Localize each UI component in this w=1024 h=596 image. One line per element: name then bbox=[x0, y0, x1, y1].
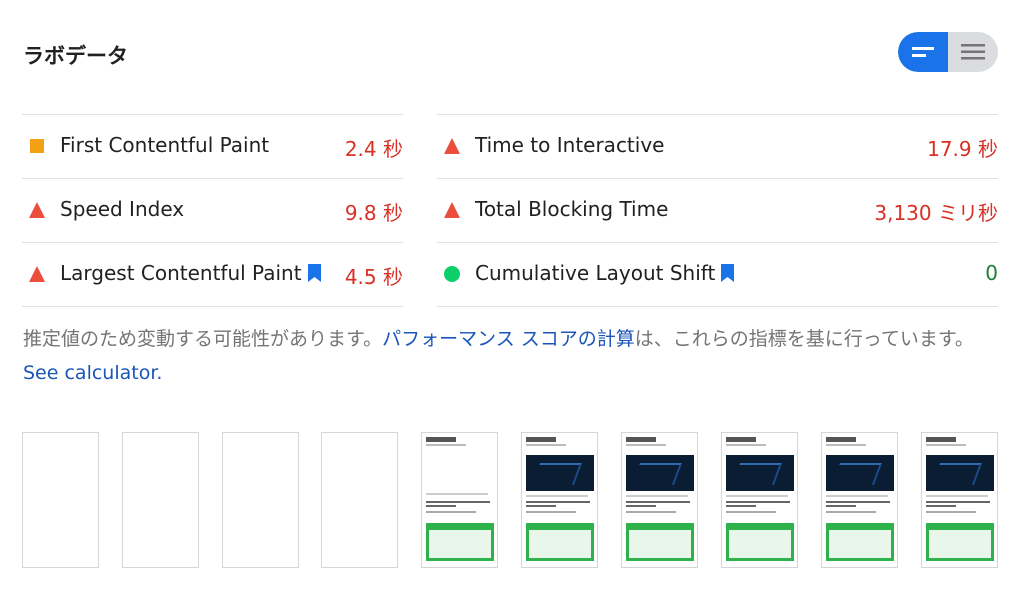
green-circle-icon bbox=[444, 266, 460, 282]
metric-value: 17.9 秒 bbox=[927, 137, 998, 161]
lab-data-title: ラボデータ bbox=[23, 44, 128, 68]
metric-label: Cumulative Layout Shift bbox=[475, 261, 735, 285]
list-lines-icon bbox=[961, 44, 985, 60]
filmstrip-frame bbox=[421, 432, 498, 568]
toggle-summary-view-button[interactable] bbox=[898, 32, 948, 72]
metric-label: Largest Contentful Paint bbox=[60, 261, 321, 285]
metric-largest-contentful-paint: Largest Contentful Paint 4.5 秒 bbox=[22, 242, 403, 307]
red-triangle-icon bbox=[29, 202, 45, 218]
red-triangle-icon bbox=[444, 202, 460, 218]
bookmark-icon[interactable] bbox=[307, 264, 321, 282]
orange-square-icon bbox=[30, 139, 44, 153]
filmstrip-frame bbox=[122, 432, 199, 568]
toggle-detail-view-button[interactable] bbox=[948, 32, 998, 72]
filmstrip-frame bbox=[821, 432, 898, 568]
note-text-continued: は、これらの指標を基に行っています。 bbox=[634, 328, 974, 350]
metrics-column-right: Time to Interactive 17.9 秒 Total Blockin… bbox=[437, 114, 998, 307]
filmstrip-frame bbox=[721, 432, 798, 568]
metric-value: 3,130 ミリ秒 bbox=[874, 201, 998, 225]
view-toggle[interactable] bbox=[898, 32, 998, 72]
bookmark-icon[interactable] bbox=[721, 264, 735, 282]
metric-value: 4.5 秒 bbox=[344, 265, 403, 289]
filmstrip bbox=[22, 432, 1000, 570]
filmstrip-frame bbox=[22, 432, 99, 568]
short-lines-icon bbox=[912, 47, 934, 57]
score-calculation-link[interactable]: パフォーマンス スコアの計算 bbox=[382, 328, 635, 350]
filmstrip-frame bbox=[521, 432, 598, 568]
filmstrip-frame bbox=[222, 432, 299, 568]
see-calculator-link[interactable]: See calculator. bbox=[23, 362, 162, 384]
metric-label: First Contentful Paint bbox=[60, 133, 270, 157]
metric-speed-index: Speed Index 9.8 秒 bbox=[22, 178, 403, 242]
metric-first-contentful-paint: First Contentful Paint 2.4 秒 bbox=[22, 114, 403, 178]
metric-total-blocking-time: Total Blocking Time 3,130 ミリ秒 bbox=[437, 178, 998, 242]
metric-label: Total Blocking Time bbox=[475, 197, 669, 221]
metrics-column-left: First Contentful Paint 2.4 秒 Speed Index… bbox=[22, 114, 403, 307]
estimate-note: 推定値のため変動する可能性があります。パフォーマンス スコアの計算は、これらの指… bbox=[23, 322, 998, 390]
filmstrip-frame bbox=[321, 432, 398, 568]
metric-value: 2.4 秒 bbox=[344, 137, 403, 161]
metric-time-to-interactive: Time to Interactive 17.9 秒 bbox=[437, 114, 998, 178]
red-triangle-icon bbox=[444, 138, 460, 154]
filmstrip-frame bbox=[921, 432, 998, 568]
filmstrip-frame bbox=[621, 432, 698, 568]
metric-label: Speed Index bbox=[60, 197, 185, 221]
note-text: 推定値のため変動する可能性があります。 bbox=[23, 328, 383, 350]
red-triangle-icon bbox=[29, 266, 45, 282]
metric-cumulative-layout-shift: Cumulative Layout Shift 0 bbox=[437, 242, 998, 307]
metric-value: 0 bbox=[985, 261, 998, 285]
metric-label: Time to Interactive bbox=[475, 133, 665, 157]
metric-value: 9.8 秒 bbox=[344, 201, 403, 225]
